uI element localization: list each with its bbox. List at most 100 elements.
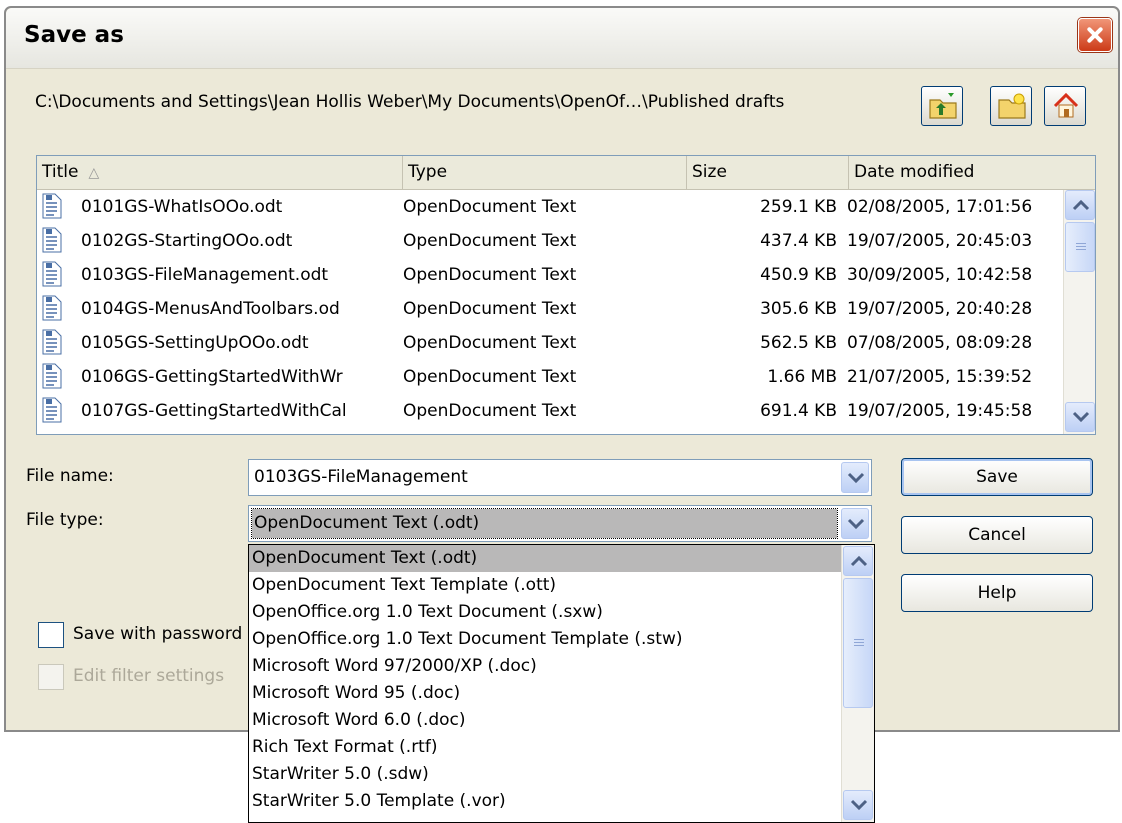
file-date: 07/08/2005, 08:09:28 — [847, 333, 1033, 353]
file-name-dropdown-button[interactable] — [841, 462, 869, 493]
file-size: 691.4 KB — [760, 401, 837, 421]
file-type: OpenDocument Text — [403, 333, 577, 353]
sort-ascending-icon: △ — [88, 165, 100, 181]
save-button[interactable]: Save — [901, 458, 1093, 496]
table-row[interactable]: 0104GS-MenusAndToolbars.od OpenDocument … — [37, 292, 1067, 326]
current-path: C:\Documents and Settings\Jean Hollis We… — [35, 92, 785, 112]
chevron-down-icon — [847, 518, 865, 530]
edit-filter-settings-checkbox — [38, 664, 64, 690]
file-type-option[interactable]: OpenOffice.org 1.0 Text Document (.sxw) — [249, 599, 842, 626]
file-type: OpenDocument Text — [403, 367, 577, 387]
file-type-option[interactable]: StarWriter 5.0 Template (.vor) — [249, 788, 842, 815]
file-size: 562.5 KB — [760, 333, 837, 353]
help-button[interactable]: Help — [901, 574, 1093, 612]
create-new-folder-button[interactable] — [990, 86, 1032, 126]
column-header-date[interactable]: Date modified — [849, 156, 1095, 189]
file-type-option[interactable]: OpenOffice.org 1.0 Text Document Templat… — [249, 626, 842, 653]
file-date: 30/09/2005, 10:42:58 — [847, 265, 1033, 285]
file-type-value: OpenDocument Text (.odt) — [254, 513, 480, 533]
column-header-title[interactable]: Title △ — [37, 156, 403, 189]
file-type: OpenDocument Text — [403, 231, 577, 251]
file-type-option[interactable]: Microsoft Word 6.0 (.doc) — [249, 707, 842, 734]
file-name: 0102GS-StartingOOo.odt — [81, 231, 293, 251]
file-type: OpenDocument Text — [403, 265, 577, 285]
file-type-scrollbar[interactable] — [841, 545, 874, 822]
document-icon — [42, 397, 62, 423]
title-bar[interactable]: Save as — [6, 8, 1118, 69]
file-name: 0103GS-FileManagement.odt — [81, 265, 329, 285]
file-type-label: File type: — [26, 510, 104, 530]
edit-filter-settings-label: Edit filter settings — [73, 666, 225, 686]
file-size: 1.66 MB — [767, 367, 837, 387]
file-size: 259.1 KB — [760, 197, 837, 217]
scroll-up-button[interactable] — [1065, 190, 1095, 220]
file-type-select[interactable]: OpenDocument Text (.odt) — [248, 505, 872, 542]
file-date: 19/07/2005, 19:45:58 — [847, 401, 1033, 421]
file-type-option[interactable]: Rich Text Format (.rtf) — [249, 734, 842, 761]
document-icon — [42, 363, 62, 389]
cancel-button[interactable]: Cancel — [901, 516, 1093, 554]
file-list: Title △ Type Size Date modified 0101GS-Wh… — [36, 155, 1096, 435]
new-folder-icon — [998, 93, 1026, 119]
chevron-down-icon — [850, 799, 868, 811]
file-name-label: File name: — [26, 466, 114, 486]
save-with-password-label[interactable]: Save with password — [73, 624, 242, 644]
scroll-down-button[interactable] — [843, 790, 873, 820]
file-name: 0107GS-GettingStartedWithCal — [81, 401, 347, 421]
document-icon — [42, 329, 62, 355]
save-with-password-checkbox[interactable] — [38, 622, 64, 648]
window-title: Save as — [24, 22, 124, 48]
file-name: 0106GS-GettingStartedWithWr — [81, 367, 343, 387]
file-size: 305.6 KB — [760, 299, 837, 319]
table-row[interactable]: 0105GS-SettingUpOOo.odt OpenDocument Tex… — [37, 326, 1067, 360]
file-size: 450.9 KB — [760, 265, 837, 285]
file-name: 0105GS-SettingUpOOo.odt — [81, 333, 309, 353]
column-header-type[interactable]: Type — [403, 156, 687, 189]
file-size: 437.4 KB — [760, 231, 837, 251]
file-list-header: Title △ Type Size Date modified — [37, 156, 1095, 190]
document-icon — [42, 227, 62, 253]
file-date: 19/07/2005, 20:40:28 — [847, 299, 1033, 319]
file-type-option[interactable]: OpenDocument Text (.odt) — [249, 545, 842, 572]
folder-up-icon — [929, 93, 957, 119]
file-type-option[interactable]: Microsoft Word 97/2000/XP (.doc) — [249, 653, 842, 680]
document-icon — [42, 193, 62, 219]
chevron-up-icon — [850, 555, 868, 567]
file-date: 19/07/2005, 20:45:03 — [847, 231, 1033, 251]
file-name: 0104GS-MenusAndToolbars.od — [81, 299, 340, 319]
close-button[interactable] — [1078, 18, 1112, 52]
document-icon — [42, 261, 62, 287]
file-date: 02/08/2005, 17:01:56 — [847, 197, 1033, 217]
column-header-size[interactable]: Size — [687, 156, 849, 189]
file-type-dropdown-list: OpenDocument Text (.odt) OpenDocument Te… — [248, 544, 875, 823]
table-row[interactable]: 0101GS-WhatIsOOo.odt OpenDocument Text 2… — [37, 190, 1067, 224]
up-one-level-button[interactable] — [921, 86, 963, 126]
home-icon — [1053, 92, 1079, 118]
default-directory-button[interactable] — [1044, 86, 1086, 126]
table-row[interactable]: 0102GS-StartingOOo.odt OpenDocument Text… — [37, 224, 1067, 258]
scroll-thumb[interactable] — [843, 578, 873, 708]
file-type-option[interactable]: Microsoft Word 95 (.doc) — [249, 680, 842, 707]
chevron-down-icon — [1072, 411, 1090, 423]
table-row[interactable]: 0103GS-FileManagement.odt OpenDocument T… — [37, 258, 1067, 292]
file-name: 0101GS-WhatIsOOo.odt — [81, 197, 283, 217]
file-type-option[interactable]: OpenDocument Text Template (.ott) — [249, 572, 842, 599]
scroll-up-button[interactable] — [843, 546, 873, 576]
scroll-down-button[interactable] — [1065, 402, 1095, 432]
table-row[interactable]: 0107GS-GettingStartedWithCal OpenDocumen… — [37, 394, 1067, 428]
file-type: OpenDocument Text — [403, 299, 577, 319]
file-name-input[interactable]: 0103GS-FileManagement — [254, 460, 468, 495]
file-type: OpenDocument Text — [403, 401, 577, 421]
file-type: OpenDocument Text — [403, 197, 577, 217]
scroll-thumb[interactable] — [1065, 222, 1095, 272]
file-rows: 0101GS-WhatIsOOo.odt OpenDocument Text 2… — [37, 190, 1067, 428]
file-type-dropdown-button[interactable] — [841, 508, 869, 539]
file-name-combo[interactable]: 0103GS-FileManagement — [248, 459, 872, 496]
file-type-option[interactable]: StarWriter 5.0 (.sdw) — [249, 761, 842, 788]
table-row[interactable]: 0106GS-GettingStartedWithWr OpenDocument… — [37, 360, 1067, 394]
file-date: 21/07/2005, 15:39:52 — [847, 367, 1033, 387]
chevron-down-icon — [847, 472, 865, 484]
chevron-up-icon — [1072, 199, 1090, 211]
document-icon — [42, 295, 62, 321]
file-list-scrollbar[interactable] — [1063, 190, 1095, 434]
